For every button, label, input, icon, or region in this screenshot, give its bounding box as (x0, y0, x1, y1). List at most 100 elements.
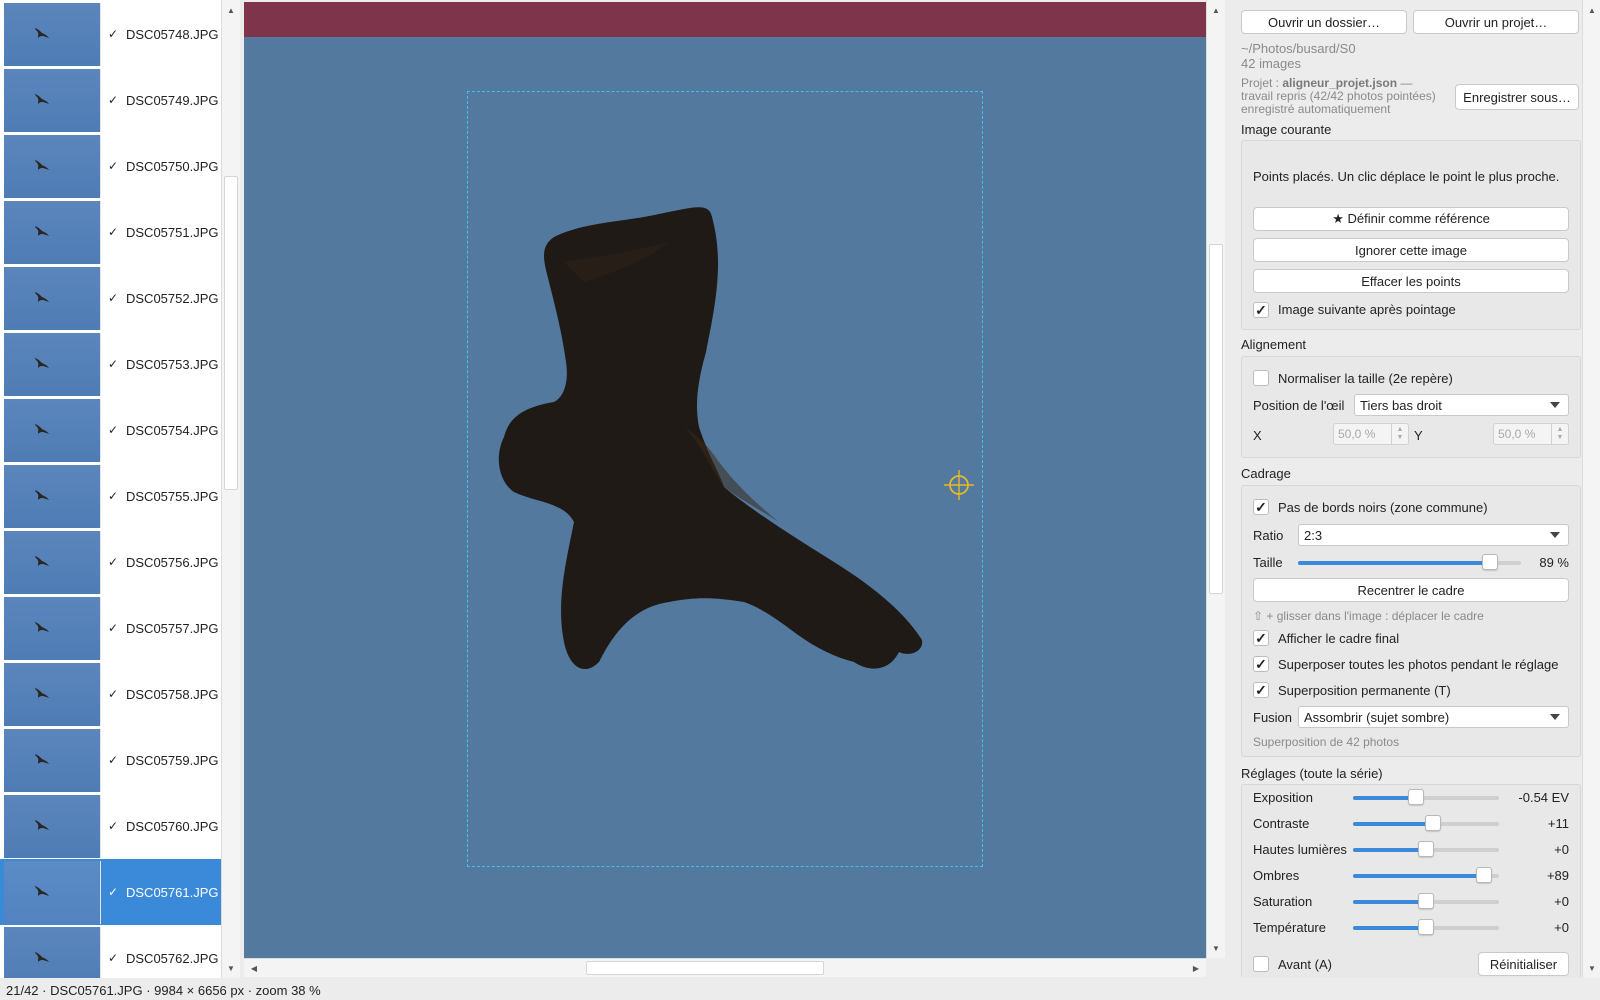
thumbnail-item[interactable]: ✓ DSC05751.JPG (0, 199, 221, 265)
viewer-horizontal-scroll-thumb[interactable] (586, 961, 824, 975)
no-black-borders-checkbox[interactable]: ✓ (1253, 499, 1269, 515)
thumbnail-list[interactable]: ✓ DSC05748.JPG ✓ DSC05749.JPG ✓ DSC05750.JPG ✓… (0, 0, 221, 978)
thumbnail-image (4, 596, 101, 660)
overlay-permanent-label: Superposition permanente (T) (1278, 683, 1451, 698)
adjustment-slider-knob[interactable] (1418, 893, 1434, 909)
panel-scroll-up-icon[interactable]: ▲ (1583, 2, 1600, 18)
thumbnail-item[interactable]: ✓ DSC05761.JPG (0, 859, 221, 925)
thumbnail-item[interactable]: ✓ DSC05759.JPG (0, 727, 221, 793)
chevron-down-icon (1550, 714, 1560, 720)
adjustment-slider[interactable] (1353, 789, 1499, 807)
thumbnail-item[interactable]: ✓ DSC05753.JPG (0, 331, 221, 397)
viewer-scroll-left-icon[interactable]: ◀ (246, 960, 262, 976)
thumbnail-image (4, 398, 101, 462)
bird-thumbnail-icon (35, 225, 49, 236)
thumbnail-filename: DSC05748.JPG (126, 26, 219, 42)
thumbnail-filename: DSC05754.JPG (126, 422, 219, 438)
viewer-scroll-down-icon[interactable]: ▼ (1207, 940, 1225, 956)
checkmark-icon: ✓ (108, 687, 119, 701)
ratio-select[interactable]: 2:3 (1298, 524, 1569, 546)
checkmark-icon: ✓ (108, 819, 119, 833)
panel-scroll-down-icon[interactable]: ▼ (1583, 960, 1600, 976)
thumbnail-item[interactable]: ✓ DSC05755.JPG (0, 463, 221, 529)
recenter-frame-button[interactable]: Recentrer le cadre (1253, 578, 1569, 602)
thumbnail-scroll-thumb[interactable] (224, 176, 238, 490)
adjustment-slider[interactable] (1353, 919, 1499, 937)
thumbnail-item[interactable]: ✓ DSC05752.JPG (0, 265, 221, 331)
viewer-scroll-up-icon[interactable]: ▲ (1207, 2, 1225, 18)
adjustment-slider-knob[interactable] (1418, 919, 1434, 935)
save-as-button[interactable]: Enregistrer sous… (1455, 84, 1579, 110)
thumbnail-scrollbar[interactable]: ▲ ▼ (221, 0, 240, 978)
checkmark-icon: ✓ (108, 27, 119, 41)
blend-select[interactable]: Assombrir (sujet sombre) (1298, 706, 1569, 728)
checkmark-icon: ✓ (108, 621, 119, 635)
adjustment-slider[interactable] (1353, 815, 1499, 833)
panel-scrollbar[interactable]: ▲ ▼ (1582, 0, 1600, 978)
x-spinbox[interactable]: 50,0 % ▲ ▼ (1333, 423, 1409, 445)
overlay-all-checkbox[interactable]: ✓ (1253, 656, 1269, 672)
size-slider[interactable] (1298, 554, 1521, 572)
y-spinbox[interactable]: 50,0 % ▲ ▼ (1493, 423, 1569, 445)
thumbnail-item[interactable]: ✓ DSC05750.JPG (0, 133, 221, 199)
thumbnail-item[interactable]: ✓ DSC05754.JPG (0, 397, 221, 463)
spin-arrows-icon[interactable]: ▲ ▼ (1551, 424, 1568, 444)
thumbnail-item[interactable]: ✓ DSC05756.JPG (0, 529, 221, 595)
eye-position-value: Tiers bas droit (1360, 397, 1442, 413)
thumbnail-filename: DSC05752.JPG (126, 290, 219, 306)
folder-path: ~/Photos/busard/S0 (1241, 41, 1356, 56)
normalize-checkbox[interactable] (1253, 370, 1269, 386)
viewer-scroll-right-icon[interactable]: ▶ (1188, 960, 1204, 976)
adjustment-slider[interactable] (1353, 841, 1499, 859)
thumbnail-item[interactable]: ✓ DSC05748.JPG (0, 1, 221, 67)
thumbnail-item[interactable]: ✓ DSC05749.JPG (0, 67, 221, 133)
crosshair-marker-icon[interactable] (944, 470, 974, 500)
current-image-title: Image courante (1241, 122, 1332, 137)
open-project-button[interactable]: Ouvrir un projet… (1413, 10, 1579, 34)
overlay-permanent-checkbox[interactable]: ✓ (1253, 682, 1269, 698)
show-final-frame-checkbox[interactable]: ✓ (1253, 630, 1269, 646)
adjustment-slider-knob[interactable] (1418, 841, 1434, 857)
scroll-up-arrow-icon[interactable]: ▲ (222, 2, 240, 18)
open-folder-button[interactable]: Ouvrir un dossier… (1241, 10, 1407, 34)
adjustment-slider[interactable] (1353, 893, 1499, 911)
checkmark-icon: ✓ (108, 93, 119, 107)
ignore-image-button[interactable]: Ignorer cette image (1253, 238, 1569, 262)
adjustment-slider-knob[interactable] (1408, 789, 1424, 805)
y-value: 50,0 % (1498, 427, 1536, 441)
blend-value: Assombrir (sujet sombre) (1304, 709, 1450, 725)
spin-arrows-icon[interactable]: ▲ ▼ (1391, 424, 1408, 444)
clear-points-button[interactable]: Effacer les points (1253, 269, 1569, 293)
thumbnail-item[interactable]: ✓ DSC05762.JPG (0, 925, 221, 978)
next-after-label: Image suivante après pointage (1278, 302, 1456, 317)
thumbnail-item[interactable]: ✓ DSC05758.JPG (0, 661, 221, 727)
set-reference-button[interactable]: ★ Définir comme référence (1253, 207, 1569, 231)
thumbnail-filename: DSC05753.JPG (126, 356, 219, 372)
thumbnail-item[interactable]: ✓ DSC05757.JPG (0, 595, 221, 661)
reset-button[interactable]: Réinitialiser (1478, 952, 1569, 976)
bird-thumbnail-icon (35, 885, 49, 896)
thumbnail-image (4, 200, 101, 264)
size-slider-knob[interactable] (1482, 554, 1498, 570)
eye-position-select[interactable]: Tiers bas droit (1354, 394, 1569, 416)
bird-thumbnail-icon (35, 621, 49, 632)
adjustment-label: Température (1253, 920, 1326, 935)
thumbnail-image (4, 860, 101, 924)
viewer-horizontal-scrollbar[interactable]: ◀ ▶ (244, 958, 1206, 977)
thumbnail-item[interactable]: ✓ DSC05760.JPG (0, 793, 221, 859)
checkmark-icon: ✓ (108, 225, 119, 239)
adjustment-value: +89 (1546, 868, 1569, 883)
image-top-band (244, 2, 1206, 37)
next-after-checkbox[interactable]: ✓ (1253, 302, 1269, 318)
adjustment-value: +0 (1554, 842, 1569, 857)
image-viewer[interactable] (244, 2, 1206, 958)
adjustment-slider-knob[interactable] (1476, 867, 1492, 883)
viewer-vertical-scrollbar[interactable]: ▲ ▼ (1206, 0, 1225, 958)
thumbnail-filename: DSC05755.JPG (126, 488, 219, 504)
thumbnail-filename: DSC05756.JPG (126, 554, 219, 570)
adjustment-slider[interactable] (1353, 867, 1499, 885)
before-checkbox[interactable] (1253, 956, 1269, 972)
viewer-vertical-scroll-thumb[interactable] (1209, 244, 1223, 594)
adjustment-slider-knob[interactable] (1425, 815, 1441, 831)
scroll-down-arrow-icon[interactable]: ▼ (222, 960, 240, 976)
